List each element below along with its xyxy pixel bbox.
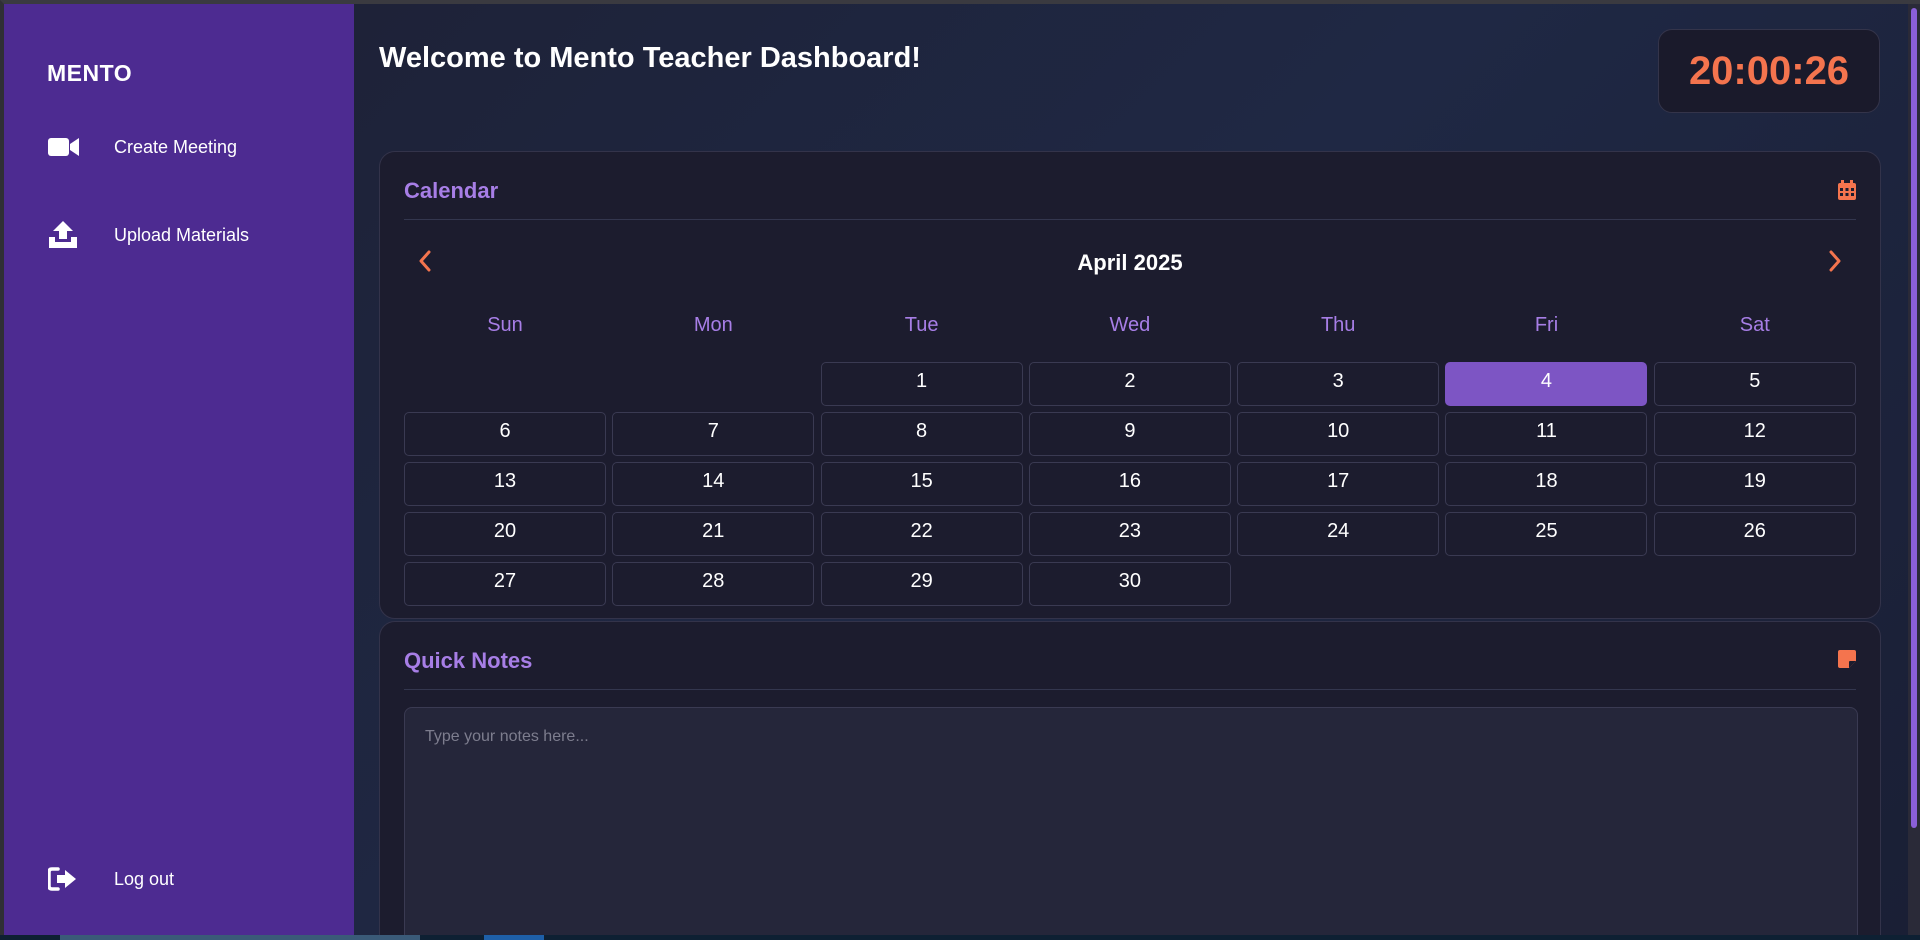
video-camera-icon xyxy=(48,132,88,162)
calendar-day[interactable]: 10 xyxy=(1237,412,1440,456)
calendar-day[interactable]: 11 xyxy=(1445,412,1648,456)
main-content: Welcome to Mento Teacher Dashboard! 20:0… xyxy=(354,4,1908,935)
brand-logo: MENTO xyxy=(47,60,133,86)
sidebar-item-create-meeting[interactable]: Create Meeting xyxy=(48,132,237,162)
quick-notes-card: Quick Notes xyxy=(379,621,1881,935)
calendar-empty-cell xyxy=(612,362,814,406)
calendar-day[interactable]: 7 xyxy=(612,412,815,456)
calendar-day[interactable]: 17 xyxy=(1237,462,1440,506)
calendar-title: Calendar xyxy=(404,178,499,203)
calendar-day[interactable]: 9 xyxy=(1028,412,1231,456)
calendar-day[interactable]: 2 xyxy=(1028,362,1231,406)
weekday-label: Mon xyxy=(693,314,733,336)
quick-notes-textarea[interactable] xyxy=(404,707,1858,935)
weekday-label: Sat xyxy=(1739,314,1770,336)
calendar-card: Calendar April 2025 Sun Mon Tue Wed Thu … xyxy=(379,151,1881,619)
calendar-day[interactable]: 21 xyxy=(612,512,815,556)
calendar-day[interactable]: 5 xyxy=(1653,362,1856,406)
calendar-icon xyxy=(1838,180,1856,205)
quick-notes-title: Quick Notes xyxy=(404,648,533,673)
weekday-header-row: Sun Mon Tue Wed Thu Fri Sat xyxy=(404,314,1858,344)
calendar-day[interactable]: 27 xyxy=(404,562,606,606)
calendar-day[interactable]: 19 xyxy=(1653,462,1856,506)
weekday-label: Wed xyxy=(1109,314,1151,336)
sign-out-icon xyxy=(48,864,88,894)
taskbar-item[interactable] xyxy=(60,935,420,940)
calendar-day[interactable]: 20 xyxy=(404,512,606,556)
calendar-grid: Sun Mon Tue Wed Thu Fri Sat 1 2 3 4 5 6 7 8 9 10 11 12 13 1… xyxy=(404,314,1858,606)
calendar-day[interactable]: 6 xyxy=(404,412,606,456)
scrollbar-thumb[interactable] xyxy=(1911,8,1917,828)
calendar-day[interactable]: 22 xyxy=(820,512,1023,556)
sidebar: MENTO Create Meeting Upload Materials Lo… xyxy=(4,4,354,935)
calendar-day[interactable]: 16 xyxy=(1028,462,1231,506)
calendar-day[interactable]: 3 xyxy=(1237,362,1440,406)
calendar-day[interactable]: 8 xyxy=(820,412,1023,456)
calendar-day[interactable]: 26 xyxy=(1653,512,1856,556)
weekday-label: Tue xyxy=(904,314,939,336)
logout-label: Log out xyxy=(114,868,175,889)
calendar-day[interactable]: 1 xyxy=(820,362,1023,406)
calendar-day[interactable]: 30 xyxy=(1028,562,1231,606)
calendar-day[interactable]: 14 xyxy=(612,462,815,506)
month-navigation: April 2025 xyxy=(404,242,1856,282)
chevron-right-icon[interactable] xyxy=(1824,248,1846,274)
calendar-days: 1 2 3 4 5 6 7 8 9 10 11 12 13 14 15 16 17 18 19 20 21 22 23 24 2… xyxy=(404,362,1858,606)
calendar-day[interactable]: 28 xyxy=(612,562,815,606)
weekday-label: Thu xyxy=(1320,314,1356,336)
sticky-note-icon xyxy=(1838,650,1856,673)
calendar-day[interactable]: 23 xyxy=(1028,512,1231,556)
month-label: April 2025 xyxy=(1077,250,1183,275)
sidebar-item-label: Upload Materials xyxy=(114,224,250,245)
digital-clock: 20:00:26 xyxy=(1658,29,1880,113)
scrollbar[interactable] xyxy=(1908,4,1920,935)
calendar-day[interactable]: 15 xyxy=(820,462,1023,506)
calendar-day[interactable]: 12 xyxy=(1653,412,1856,456)
logout-button[interactable]: Log out xyxy=(48,864,174,894)
sidebar-item-label: Create Meeting xyxy=(114,136,238,157)
calendar-empty-cell xyxy=(404,362,606,406)
calendar-day[interactable]: 13 xyxy=(404,462,606,506)
weekday-label: Sun xyxy=(487,314,523,336)
taskbar-item[interactable] xyxy=(484,935,544,940)
weekday-label: Fri xyxy=(1534,314,1559,336)
page-title: Welcome to Mento Teacher Dashboard! xyxy=(379,42,921,74)
calendar-day[interactable]: 24 xyxy=(1237,512,1440,556)
calendar-day[interactable]: 29 xyxy=(820,562,1023,606)
calendar-day-today[interactable]: 4 xyxy=(1445,362,1648,406)
upload-icon xyxy=(48,220,88,250)
calendar-header: Calendar xyxy=(404,152,1856,220)
calendar-day[interactable]: 25 xyxy=(1445,512,1648,556)
sidebar-item-upload-materials[interactable]: Upload Materials xyxy=(48,220,249,250)
quick-notes-header: Quick Notes xyxy=(404,622,1856,690)
calendar-day[interactable]: 18 xyxy=(1445,462,1648,506)
